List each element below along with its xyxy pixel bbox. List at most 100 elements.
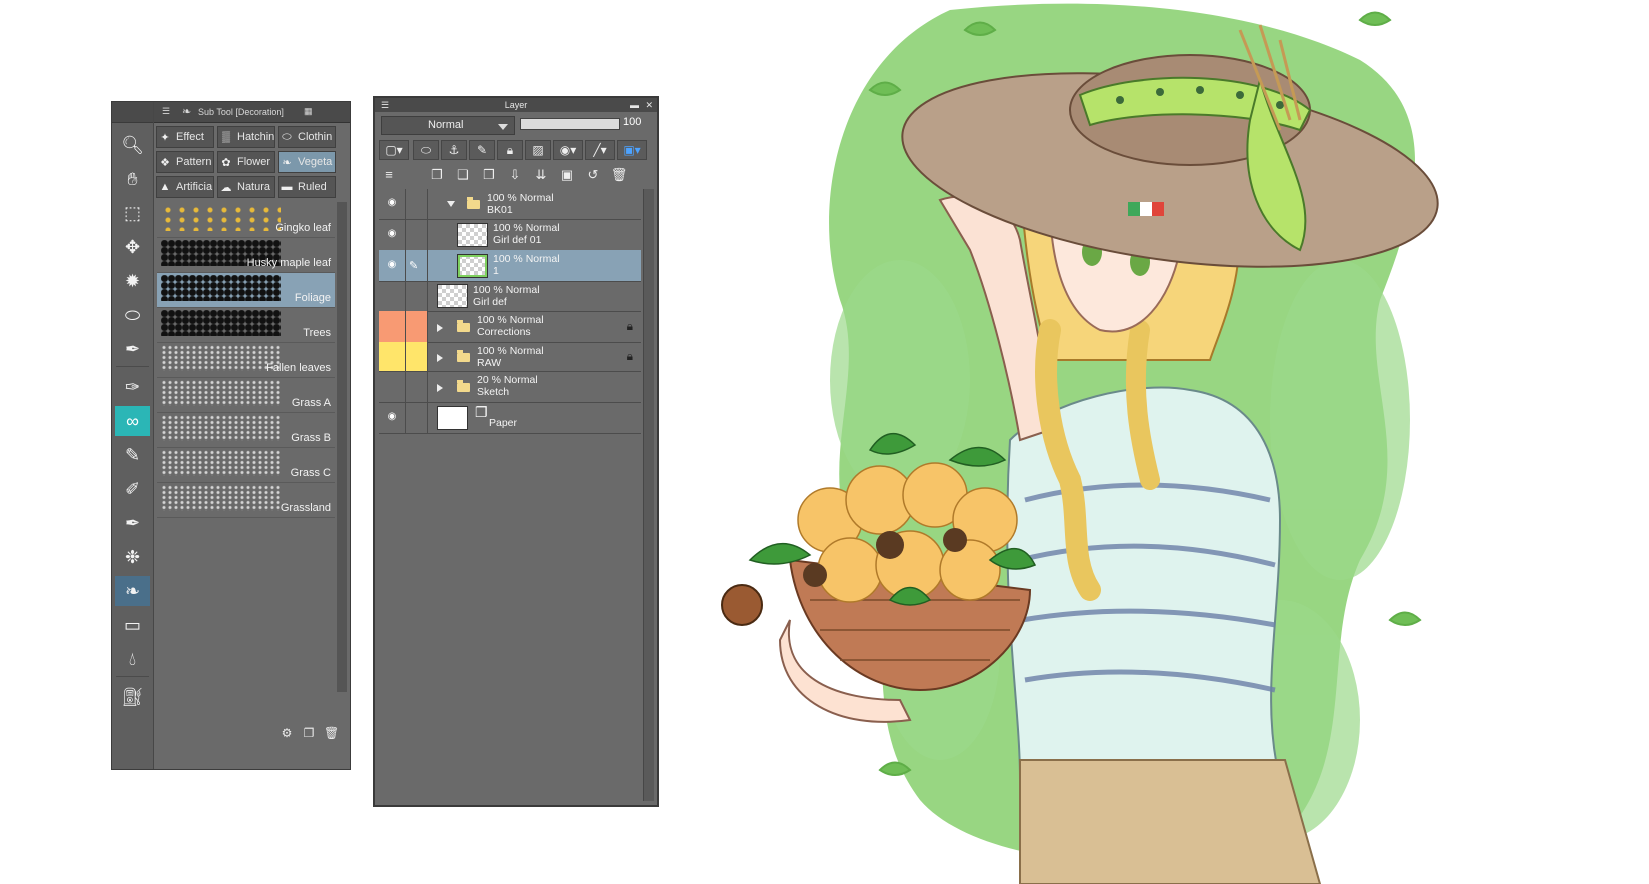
subtool-item[interactable]: Gingko leaf <box>157 203 335 238</box>
fill-icon[interactable]: ⛽︎ <box>115 682 150 712</box>
combine-lower-icon[interactable]: ⇊ <box>531 167 551 185</box>
layer-row[interactable]: ◉ 100 % Normal Girl def 01 <box>379 219 641 251</box>
clipping-icon[interactable]: ⬭ <box>413 140 439 160</box>
airbrush-icon[interactable]: ❉ <box>115 542 150 572</box>
subtool-group-1[interactable]: ✦ Effect <box>156 126 214 148</box>
layer-stack-icon[interactable]: ≡ <box>379 167 399 185</box>
lock-icon[interactable]: 🔒︎ <box>627 319 633 334</box>
minimize-icon[interactable]: ▬ <box>630 98 639 112</box>
subtool-group-label: Vegeta <box>298 156 333 168</box>
auto-select-icon[interactable]: ✹ <box>115 266 150 296</box>
layer-blend-info: 100 % Normal <box>477 345 544 357</box>
eye-icon[interactable]: ◉ <box>385 228 399 239</box>
layer-row[interactable]: ◉ ✎ 100 % Normal 1 <box>379 250 641 282</box>
opacity-value[interactable]: 100 <box>623 116 641 128</box>
blend-icon[interactable]: 💧︎ <box>115 644 150 674</box>
layer-row[interactable]: 20 % Normal Sketch <box>379 371 641 403</box>
pencil-icon[interactable]: ✎ <box>115 440 150 470</box>
lasso-icon[interactable]: ⬭ <box>115 300 150 330</box>
subtool-item[interactable]: Grass B <box>157 413 335 448</box>
close-icon[interactable]: ✕ <box>645 98 653 112</box>
folder-icon <box>457 319 470 332</box>
decoration-icon[interactable]: ❧ <box>115 576 150 606</box>
blend-mode-select[interactable]: Normal <box>381 116 515 135</box>
move-layer-icon[interactable]: ✥ <box>115 232 150 262</box>
pen-icon[interactable]: ✑ <box>115 372 150 402</box>
layer-blend-info: 100 % Normal <box>493 253 560 265</box>
eraser-icon[interactable]: ▭ <box>115 610 150 640</box>
eyedropper-icon[interactable]: ✒ <box>115 334 150 364</box>
subtool-group-8[interactable]: ☁ Natura <box>217 176 275 198</box>
subtool-item[interactable]: Grass C <box>157 448 335 483</box>
layer-name: Sketch <box>477 386 510 398</box>
layer-scrollbar[interactable] <box>643 189 654 801</box>
layer-color-icon[interactable]: ▢▾ <box>379 140 409 160</box>
operation-icon[interactable]: ⬚ <box>115 198 150 228</box>
draft-layer-icon[interactable]: ✎ <box>469 140 495 160</box>
subtool-group-9[interactable]: ▬ Ruled <box>278 176 336 198</box>
zoom-icon[interactable]: 🔍︎ <box>115 130 150 160</box>
expand-icon[interactable] <box>437 383 443 392</box>
pattern-icon: ❖ <box>160 156 170 169</box>
subtool-group-3[interactable]: ⬭ Clothin <box>278 126 336 148</box>
eye-icon[interactable]: ◉ <box>385 259 399 270</box>
layer-color-tag <box>379 342 427 371</box>
subtool-group-label: Pattern <box>176 156 212 168</box>
opacity-slider[interactable] <box>520 118 620 130</box>
layer-row[interactable]: ◉ ❐ Paper <box>379 402 641 434</box>
layer-panel-header[interactable]: ☰ Layer ▬ ✕ <box>375 98 657 112</box>
layer-row[interactable]: ◉ 100 % Normal BK01 <box>379 189 641 220</box>
collapse-icon[interactable] <box>447 201 455 207</box>
menu-icon[interactable]: ☰ <box>162 106 170 117</box>
subtool-settings-icon[interactable]: ⚙ <box>280 726 294 740</box>
subtool-item[interactable]: Fallen leaves <box>157 343 335 378</box>
decoration-tab-icon[interactable]: ❧ <box>182 105 191 118</box>
transfer-lower-icon[interactable]: ⇩ <box>505 167 525 185</box>
subtool-item[interactable]: Grassland <box>157 483 335 518</box>
subtool-group-label: Clothin <box>298 131 333 143</box>
tool-property-tab-icon[interactable]: ▦ <box>304 106 313 117</box>
layer-row[interactable]: 100 % Normal Girl def <box>379 281 641 312</box>
subtool-item[interactable]: Husky maple leaf <box>157 238 335 273</box>
delete-subtool-icon[interactable]: 🗑︎ <box>324 726 339 740</box>
subtool-group-6[interactable]: ❧ Vegeta <box>278 151 336 173</box>
new-folder-icon[interactable]: ❒ <box>479 167 499 185</box>
ruler-icon[interactable]: ╱▾ <box>585 140 615 160</box>
new-vector-layer-icon[interactable]: ❑ <box>453 167 473 185</box>
mask-icon[interactable]: ◉▾ <box>553 140 583 160</box>
reference-layer-icon[interactable]: ⚓︎ <box>441 140 467 160</box>
subtool-header[interactable]: ☰ ❧ Sub Tool [Decoration] ▦ <box>154 102 350 123</box>
menu-icon[interactable]: ☰ <box>381 98 389 112</box>
expand-icon[interactable] <box>437 323 443 332</box>
new-raster-layer-icon[interactable]: ❐ <box>427 167 447 185</box>
layer-row[interactable]: 100 % Normal RAW 🔒︎ <box>379 342 641 372</box>
subtool-group-7[interactable]: ▲ Artificia <box>156 176 214 198</box>
subtool-item[interactable]: Grass A <box>157 378 335 413</box>
apply-mask-icon[interactable]: ↺ <box>583 167 603 185</box>
expand-icon[interactable] <box>437 353 443 362</box>
subtool-group-5[interactable]: ✿ Flower <box>217 151 275 173</box>
delete-layer-icon[interactable]: 🗑︎ <box>609 167 629 185</box>
paint-brush-icon[interactable]: ✒ <box>115 508 150 538</box>
subtool-item[interactable]: Trees <box>157 308 335 343</box>
lock-transparent-icon[interactable]: ▨ <box>525 140 551 160</box>
subtool-item-label: Trees <box>303 327 331 339</box>
subtool-group-4[interactable]: ❖ Pattern <box>156 151 214 173</box>
subtool-group-2[interactable]: ▒ Hatchin <box>217 126 275 148</box>
layer-row[interactable]: 100 % Normal Corrections 🔒︎ <box>379 311 641 343</box>
subtool-scrollbar[interactable] <box>337 202 347 692</box>
layer-color-swatch-icon[interactable]: ▣▾ <box>617 140 647 160</box>
eye-icon[interactable]: ◉ <box>385 411 399 422</box>
lock-icon[interactable]: 🔒︎ <box>627 349 633 364</box>
eye-icon[interactable]: ◉ <box>385 197 399 208</box>
subtool-item[interactable]: Foliage <box>157 273 335 308</box>
tool-palette-swap-icon[interactable]: ∞ <box>115 406 150 436</box>
copy-subtool-icon[interactable]: ❐ <box>302 726 316 740</box>
tool-palette-header[interactable] <box>112 102 153 123</box>
lock-layer-icon[interactable]: 🔒︎ <box>497 140 523 160</box>
subtool-item-label: Grass A <box>291 397 331 409</box>
layer-mask-icon[interactable]: ▣ <box>557 167 577 185</box>
blend-mode-value: Normal <box>428 119 464 131</box>
brush-icon[interactable]: ✐ <box>115 474 150 504</box>
hand-icon[interactable]: ✋︎ <box>115 164 150 194</box>
